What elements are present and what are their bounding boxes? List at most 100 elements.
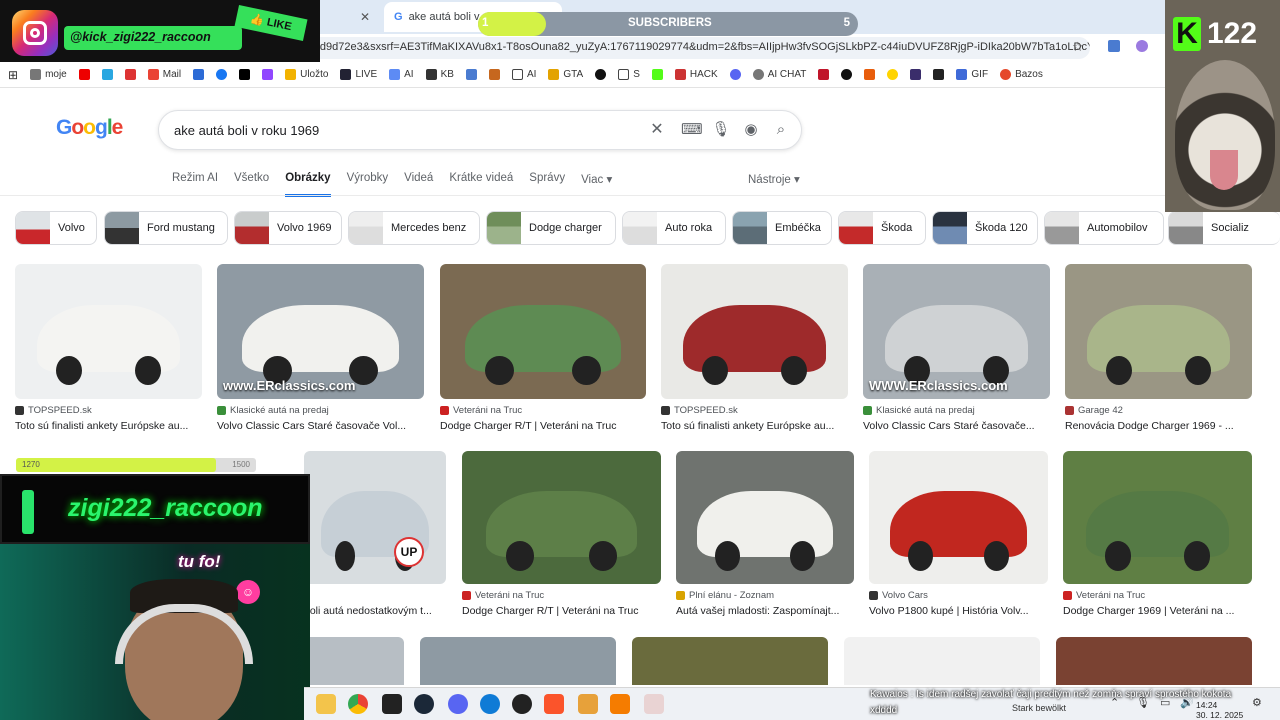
bookmark-icon[interactable] <box>101 69 113 80</box>
bookmark-tiktok[interactable] <box>239 69 251 80</box>
bookmark-kb[interactable]: KB <box>425 69 454 80</box>
bookmark-icon[interactable] <box>887 69 899 80</box>
bookmark-ai-chat[interactable]: AI CHAT <box>752 69 806 80</box>
result-title[interactable]: Renovácia Dodge Charger 1969 - ... <box>1065 420 1252 432</box>
search-input[interactable]: ake autá boli v roku 1969 <box>174 123 319 138</box>
discord-icon[interactable] <box>448 694 468 714</box>
image-result[interactable]: Veteráni na Truc Dodge Charger R/T | Vete… <box>462 451 661 617</box>
chip-automobilov[interactable]: Automobilov <box>1044 211 1164 245</box>
image-result[interactable] <box>632 637 828 685</box>
chip-dodge-charger[interactable]: Dodge charger <box>486 211 616 245</box>
image-result[interactable]: TOPSPEED.sk Toto sú finalisti ankety Euró… <box>661 264 848 432</box>
image-result[interactable]: Volvo Cars Volvo P1800 kupé | História Vo… <box>869 451 1048 617</box>
tab-short-videos[interactable]: Krátke videá <box>449 172 513 197</box>
result-title[interactable]: Toto sú finalisti ankety Európske au... <box>15 420 202 432</box>
bookmark-live[interactable]: LIVE <box>340 69 377 80</box>
bookmark-gif[interactable]: GIF <box>956 69 988 80</box>
image-result[interactable] <box>304 637 404 685</box>
image-result[interactable]: Plní elánu - Zoznam Autá vašej mladosti: … <box>676 451 854 617</box>
result-title[interactable]: Dodge Charger 1969 | Veteráni na ... <box>1063 605 1252 617</box>
bookmark-icon[interactable] <box>465 69 477 80</box>
bookmark-icon[interactable] <box>488 69 500 80</box>
tab-ai-mode[interactable]: Režim AI <box>172 172 218 197</box>
result-thumbnail[interactable] <box>1065 264 1252 399</box>
chip-volvo[interactable]: Volvo <box>15 211 97 245</box>
result-source[interactable]: Klasické autá na predaj <box>863 405 1050 416</box>
epic-games-icon[interactable] <box>382 694 402 714</box>
url-field[interactable]: ffd9d72e3&sxsrf=AE3TifMaKIXAVu8x1-T8osOu… <box>300 37 1090 59</box>
bookmark-ulozto[interactable]: Uložto <box>285 69 328 80</box>
image-result[interactable]: Veteráni na Truc Dodge Charger R/T | Vete… <box>440 264 646 432</box>
result-thumbnail[interactable] <box>15 264 202 399</box>
tab-more[interactable]: Viac ▾ <box>581 172 612 197</box>
result-title[interactable]: Dodge Charger R/T | Veteráni na Truc <box>440 420 646 432</box>
bookmark-icon[interactable] <box>841 69 853 80</box>
result-thumbnail[interactable]: www.ERclassics.com <box>217 264 424 399</box>
image-result[interactable] <box>844 637 1040 685</box>
image-result[interactable] <box>1056 637 1252 685</box>
result-thumbnail[interactable] <box>462 451 661 584</box>
chip-ford-mustang[interactable]: Ford mustang <box>104 211 228 245</box>
tab-products[interactable]: Výrobky <box>347 172 389 197</box>
tab-all[interactable]: Všetko <box>234 172 269 197</box>
result-thumbnail[interactable] <box>869 451 1048 584</box>
result-source[interactable]: Veteráni na Truc <box>440 405 646 416</box>
keyboard-icon[interactable]: ⌨ <box>681 120 703 140</box>
bookmark-bazos[interactable]: Bazos <box>1000 69 1043 80</box>
result-source[interactable]: Veteráni na Truc <box>1063 590 1252 601</box>
image-result[interactable] <box>420 637 616 685</box>
chip-embecka[interactable]: Embéčka <box>732 211 832 245</box>
image-result[interactable]: TOPSPEED.sk Toto sú finalisti ankety Euró… <box>15 264 202 432</box>
clear-icon[interactable]: ✕ <box>647 120 667 140</box>
chrome-icon[interactable] <box>348 694 368 714</box>
bookmark-ai[interactable]: AI <box>389 69 414 80</box>
image-result[interactable]: boli autá nedostatkovým t... <box>304 451 446 617</box>
search-box[interactable]: ake autá boli v roku 1969 ✕ ⌨ 🎙 ◉ ⌕ <box>158 110 802 150</box>
chip-mercedes-benz[interactable]: Mercedes benz <box>348 211 480 245</box>
chip-socializmus[interactable]: Socializ <box>1168 211 1280 245</box>
apps-grid-icon[interactable]: ⊞ <box>8 68 18 82</box>
bookmark-youtube[interactable] <box>78 69 90 80</box>
vlc-icon[interactable] <box>610 694 630 714</box>
file-explorer-icon[interactable] <box>316 694 336 714</box>
bookmark-icon[interactable] <box>124 69 136 80</box>
edge-icon[interactable] <box>480 694 500 714</box>
result-thumbnail[interactable] <box>440 264 646 399</box>
result-title[interactable]: Toto sú finalisti ankety Európske au... <box>661 420 848 432</box>
image-result[interactable]: WWW.ERclassics.com Klasické autá na preda… <box>863 264 1050 432</box>
bookmark-icon[interactable] <box>729 69 741 80</box>
chip-auto-roka[interactable]: Auto roka <box>622 211 726 245</box>
bookmark-icon[interactable] <box>818 69 830 80</box>
tab-videos[interactable]: Videá <box>404 172 433 197</box>
extension-icon[interactable] <box>1108 40 1120 52</box>
bookmark-icon[interactable] <box>864 69 876 80</box>
result-source[interactable]: Veteráni na Truc <box>462 590 661 601</box>
result-source[interactable]: Plní elánu - Zoznam <box>676 590 854 601</box>
result-thumbnail[interactable] <box>1063 451 1252 584</box>
bookmark-mail[interactable]: Mail <box>147 69 181 80</box>
bookmark-icon[interactable] <box>933 69 945 80</box>
obs-icon[interactable] <box>512 694 532 714</box>
search-icon[interactable]: ⌕ <box>771 120 791 140</box>
result-source[interactable]: TOPSPEED.sk <box>15 405 202 416</box>
chip-skoda-120[interactable]: Škoda 120 <box>932 211 1038 245</box>
star-icon[interactable]: ☆ <box>1072 39 1084 55</box>
result-title[interactable]: boli autá nedostatkovým t... <box>304 605 446 617</box>
image-result[interactable]: Veteráni na Truc Dodge Charger 1969 | Vet… <box>1063 451 1252 617</box>
result-thumbnail[interactable] <box>304 451 446 584</box>
chip-skoda[interactable]: Škoda <box>838 211 926 245</box>
tools-button[interactable]: Nástroje ▾ <box>748 172 800 186</box>
extension-icon[interactable] <box>1136 40 1148 52</box>
bookmark-s-folder[interactable]: S <box>618 69 640 80</box>
bookmark-ai-folder[interactable]: AI <box>511 69 536 80</box>
result-title[interactable]: Volvo Classic Cars Staré časovače... <box>863 420 1050 432</box>
result-title[interactable]: Autá vašej mladosti: Zaspomínajt... <box>676 605 854 617</box>
image-result[interactable]: www.ERclassics.com Klasické autá na preda… <box>217 264 424 432</box>
bookmark-gta[interactable]: GTA <box>548 69 583 80</box>
result-thumbnail[interactable] <box>676 451 854 584</box>
result-source[interactable]: Volvo Cars <box>869 590 1048 601</box>
result-title[interactable]: Volvo P1800 kupé | História Volv... <box>869 605 1048 617</box>
result-source[interactable]: Klasické autá na predaj <box>217 405 424 416</box>
bookmark-icon[interactable] <box>193 69 205 80</box>
result-thumbnail[interactable]: WWW.ERclassics.com <box>863 264 1050 399</box>
